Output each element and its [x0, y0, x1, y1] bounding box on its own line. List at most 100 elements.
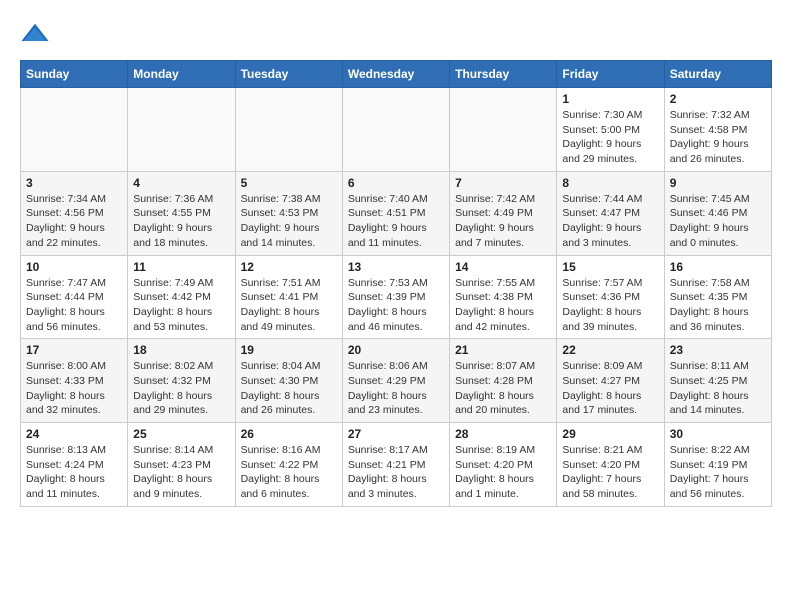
day-number: 12 [241, 260, 337, 274]
calendar-cell: 1 Sunrise: 7:30 AM Sunset: 5:00 PM Daylig… [557, 88, 664, 172]
day-info: Sunrise: 8:07 AM Sunset: 4:28 PM Dayligh… [455, 359, 551, 418]
calendar-cell: 6 Sunrise: 7:40 AM Sunset: 4:51 PM Daylig… [342, 171, 449, 255]
day-info: Sunrise: 7:30 AM Sunset: 5:00 PM Dayligh… [562, 108, 658, 167]
week-row: 1 Sunrise: 7:30 AM Sunset: 5:00 PM Daylig… [21, 88, 772, 172]
calendar-cell: 10 Sunrise: 7:47 AM Sunset: 4:44 PM Dayli… [21, 255, 128, 339]
day-info: Sunrise: 7:42 AM Sunset: 4:49 PM Dayligh… [455, 192, 551, 251]
day-number: 23 [670, 343, 766, 357]
day-info: Sunrise: 7:55 AM Sunset: 4:38 PM Dayligh… [455, 276, 551, 335]
week-row: 17 Sunrise: 8:00 AM Sunset: 4:33 PM Dayli… [21, 339, 772, 423]
day-number: 13 [348, 260, 444, 274]
calendar-cell: 17 Sunrise: 8:00 AM Sunset: 4:33 PM Dayli… [21, 339, 128, 423]
day-number: 4 [133, 176, 229, 190]
day-number: 29 [562, 427, 658, 441]
calendar-cell: 19Sunrise: 8:04 AM Sunset: 4:30 PM Dayli… [235, 339, 342, 423]
day-number: 5 [241, 176, 337, 190]
calendar-cell: 23 Sunrise: 8:11 AM Sunset: 4:25 PM Dayli… [664, 339, 771, 423]
day-number: 25 [133, 427, 229, 441]
weekday-row: SundayMondayTuesdayWednesdayThursdayFrid… [21, 61, 772, 88]
day-info: Sunrise: 7:45 AM Sunset: 4:46 PM Dayligh… [670, 192, 766, 251]
calendar-cell: 22 Sunrise: 8:09 AM Sunset: 4:27 PM Dayli… [557, 339, 664, 423]
day-number: 27 [348, 427, 444, 441]
calendar-header: SundayMondayTuesdayWednesdayThursdayFrid… [21, 61, 772, 88]
day-number: 20 [348, 343, 444, 357]
day-number: 22 [562, 343, 658, 357]
day-info: Sunrise: 8:00 AM Sunset: 4:33 PM Dayligh… [26, 359, 122, 418]
day-info: Sunrise: 7:44 AM Sunset: 4:47 PM Dayligh… [562, 192, 658, 251]
day-number: 3 [26, 176, 122, 190]
weekday-header: Sunday [21, 61, 128, 88]
calendar-cell: 5 Sunrise: 7:38 AM Sunset: 4:53 PM Daylig… [235, 171, 342, 255]
day-info: Sunrise: 7:51 AM Sunset: 4:41 PM Dayligh… [241, 276, 337, 335]
weekday-header: Thursday [450, 61, 557, 88]
calendar-cell: 2 Sunrise: 7:32 AM Sunset: 4:58 PM Daylig… [664, 88, 771, 172]
day-info: Sunrise: 8:22 AM Sunset: 4:19 PM Dayligh… [670, 443, 766, 502]
calendar-cell: 12 Sunrise: 7:51 AM Sunset: 4:41 PM Dayli… [235, 255, 342, 339]
calendar-cell: 7 Sunrise: 7:42 AM Sunset: 4:49 PM Daylig… [450, 171, 557, 255]
calendar-cell: 24 Sunrise: 8:13 AM Sunset: 4:24 PM Dayli… [21, 423, 128, 507]
weekday-header: Friday [557, 61, 664, 88]
day-info: Sunrise: 7:47 AM Sunset: 4:44 PM Dayligh… [26, 276, 122, 335]
calendar-cell: 25Sunrise: 8:14 AM Sunset: 4:23 PM Dayli… [128, 423, 235, 507]
day-number: 19 [241, 343, 337, 357]
calendar-cell: 8 Sunrise: 7:44 AM Sunset: 4:47 PM Daylig… [557, 171, 664, 255]
weekday-header: Saturday [664, 61, 771, 88]
week-row: 10 Sunrise: 7:47 AM Sunset: 4:44 PM Dayli… [21, 255, 772, 339]
day-number: 8 [562, 176, 658, 190]
day-number: 30 [670, 427, 766, 441]
calendar-body: 1 Sunrise: 7:30 AM Sunset: 5:00 PM Daylig… [21, 88, 772, 507]
weekday-header: Wednesday [342, 61, 449, 88]
day-info: Sunrise: 8:11 AM Sunset: 4:25 PM Dayligh… [670, 359, 766, 418]
calendar-cell: 14 Sunrise: 7:55 AM Sunset: 4:38 PM Dayli… [450, 255, 557, 339]
calendar-cell: 30 Sunrise: 8:22 AM Sunset: 4:19 PM Dayli… [664, 423, 771, 507]
calendar-cell [128, 88, 235, 172]
calendar-cell: 3Sunrise: 7:34 AM Sunset: 4:56 PM Daylig… [21, 171, 128, 255]
day-number: 6 [348, 176, 444, 190]
week-row: 3Sunrise: 7:34 AM Sunset: 4:56 PM Daylig… [21, 171, 772, 255]
day-number: 15 [562, 260, 658, 274]
day-number: 17 [26, 343, 122, 357]
day-info: Sunrise: 7:38 AM Sunset: 4:53 PM Dayligh… [241, 192, 337, 251]
calendar-cell [342, 88, 449, 172]
day-info: Sunrise: 7:53 AM Sunset: 4:39 PM Dayligh… [348, 276, 444, 335]
calendar-cell: 20 Sunrise: 8:06 AM Sunset: 4:29 PM Dayli… [342, 339, 449, 423]
weekday-header: Monday [128, 61, 235, 88]
day-info: Sunrise: 8:06 AM Sunset: 4:29 PM Dayligh… [348, 359, 444, 418]
day-info: Sunrise: 8:19 AM Sunset: 4:20 PM Dayligh… [455, 443, 551, 502]
calendar-cell [235, 88, 342, 172]
day-number: 1 [562, 92, 658, 106]
day-number: 24 [26, 427, 122, 441]
day-info: Sunrise: 7:36 AM Sunset: 4:55 PM Dayligh… [133, 192, 229, 251]
week-row: 24 Sunrise: 8:13 AM Sunset: 4:24 PM Dayli… [21, 423, 772, 507]
day-number: 2 [670, 92, 766, 106]
calendar-cell: 18 Sunrise: 8:02 AM Sunset: 4:32 PM Dayli… [128, 339, 235, 423]
day-info: Sunrise: 8:13 AM Sunset: 4:24 PM Dayligh… [26, 443, 122, 502]
day-number: 7 [455, 176, 551, 190]
day-info: Sunrise: 8:21 AM Sunset: 4:20 PM Dayligh… [562, 443, 658, 502]
day-number: 10 [26, 260, 122, 274]
day-number: 18 [133, 343, 229, 357]
calendar-cell: 13 Sunrise: 7:53 AM Sunset: 4:39 PM Dayli… [342, 255, 449, 339]
day-number: 21 [455, 343, 551, 357]
logo [20, 20, 54, 50]
calendar-cell: 11Sunrise: 7:49 AM Sunset: 4:42 PM Dayli… [128, 255, 235, 339]
calendar-cell: 16Sunrise: 7:58 AM Sunset: 4:35 PM Dayli… [664, 255, 771, 339]
calendar-cell [21, 88, 128, 172]
day-number: 9 [670, 176, 766, 190]
page-header [20, 20, 772, 50]
weekday-header: Tuesday [235, 61, 342, 88]
calendar-cell: 21 Sunrise: 8:07 AM Sunset: 4:28 PM Dayli… [450, 339, 557, 423]
day-info: Sunrise: 7:40 AM Sunset: 4:51 PM Dayligh… [348, 192, 444, 251]
day-info: Sunrise: 8:02 AM Sunset: 4:32 PM Dayligh… [133, 359, 229, 418]
day-number: 26 [241, 427, 337, 441]
calendar-cell: 9 Sunrise: 7:45 AM Sunset: 4:46 PM Daylig… [664, 171, 771, 255]
calendar-cell [450, 88, 557, 172]
day-info: Sunrise: 7:58 AM Sunset: 4:35 PM Dayligh… [670, 276, 766, 335]
calendar-cell: 28Sunrise: 8:19 AM Sunset: 4:20 PM Dayli… [450, 423, 557, 507]
day-info: Sunrise: 7:32 AM Sunset: 4:58 PM Dayligh… [670, 108, 766, 167]
calendar-cell: 27 Sunrise: 8:17 AM Sunset: 4:21 PM Dayli… [342, 423, 449, 507]
day-number: 11 [133, 260, 229, 274]
day-info: Sunrise: 8:09 AM Sunset: 4:27 PM Dayligh… [562, 359, 658, 418]
day-info: Sunrise: 8:17 AM Sunset: 4:21 PM Dayligh… [348, 443, 444, 502]
day-number: 14 [455, 260, 551, 274]
